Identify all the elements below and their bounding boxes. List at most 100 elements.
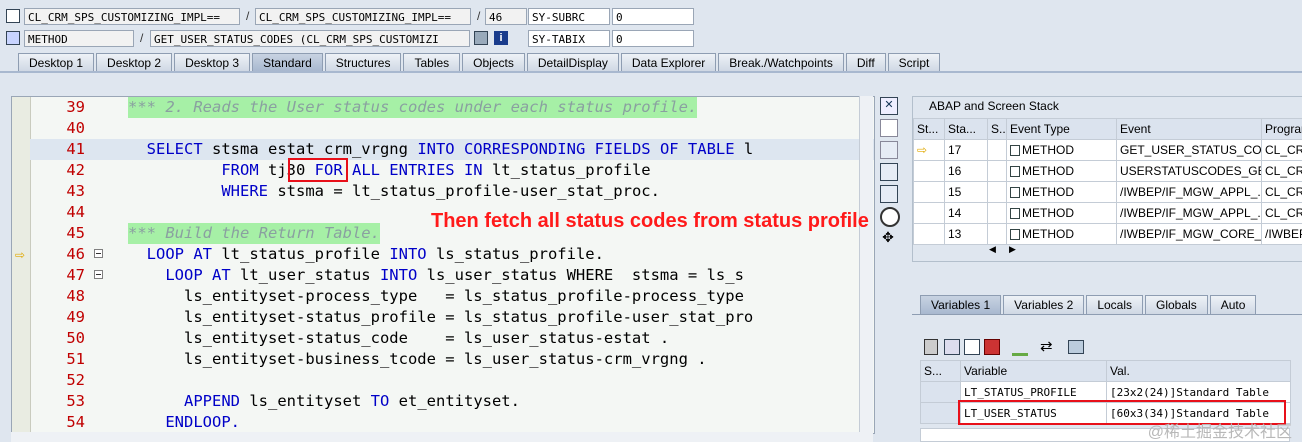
export-icon[interactable]	[964, 339, 980, 355]
collapse-icon[interactable]	[94, 249, 103, 258]
event-type[interactable]: METHOD	[1006, 223, 1117, 245]
table-row[interactable]: 16 METHOD USERSTATUSCODES_GE...CL_CRM	[913, 160, 1302, 182]
col-header[interactable]: Program	[1261, 118, 1302, 140]
stack-scroll-right-icon[interactable]: ▶	[1009, 244, 1016, 255]
code-line[interactable]: 48 ls_entityset-process_type = ls_status…	[30, 286, 874, 307]
event-type[interactable]: METHOD	[1006, 202, 1117, 224]
stack-level[interactable]: 16	[944, 160, 988, 182]
code-line[interactable]: 52	[30, 370, 874, 391]
code-line[interactable]: 54 ENDLOOP.	[30, 412, 874, 433]
method-field[interactable]: GET_USER_STATUS_CODES (CL_CRM_SPS_CUSTOM…	[150, 30, 470, 47]
tab-standard[interactable]: Standard	[252, 53, 323, 71]
code-line[interactable]: 39 *** 2. Reads the User status codes und…	[30, 97, 874, 118]
tab-globals[interactable]: Globals	[1145, 295, 1208, 314]
event-name[interactable]: GET_USER_STATUS_CO...	[1116, 139, 1262, 161]
col-header[interactable]: Val.	[1106, 360, 1291, 382]
stack-s[interactable]	[987, 181, 1007, 203]
col-header[interactable]: S...	[920, 360, 961, 382]
col-header[interactable]: St...	[913, 118, 945, 140]
services-icon[interactable]	[880, 207, 900, 227]
swap-tool-icon[interactable]	[880, 141, 898, 159]
stack-level[interactable]: 14	[944, 202, 988, 224]
row-selector[interactable]	[920, 381, 961, 403]
stack-level[interactable]: 15	[944, 181, 988, 203]
sysvar2-name-field[interactable]: SY-TABIX	[528, 30, 610, 47]
tab-objects[interactable]: Objects	[462, 53, 525, 71]
code-line[interactable]: 46 LOOP AT lt_status_profile INTO ls_sta…	[30, 244, 874, 265]
sysvar2-value-field[interactable]: 0	[612, 30, 694, 47]
col-header[interactable]: Event	[1116, 118, 1262, 140]
close-icon[interactable]: ✕	[880, 97, 898, 115]
collapse-icon[interactable]	[94, 270, 103, 279]
code-line[interactable]: 41 SELECT stsma estat crm_vrgng INTO COR…	[30, 139, 874, 160]
event-type[interactable]: METHOD	[1006, 181, 1117, 203]
info-icon[interactable]: i	[494, 31, 508, 45]
code-line[interactable]: 49 ls_entityset-status_profile = ls_stat…	[30, 307, 874, 328]
tab-auto[interactable]: Auto	[1209, 295, 1257, 314]
breakpoint-gutter[interactable]	[12, 97, 31, 433]
event-name[interactable]: /IWBEP/IF_MGW_APPL_...	[1116, 202, 1262, 224]
new-tool-icon[interactable]	[880, 119, 898, 137]
table-row[interactable]: ⇨ 17 METHOD GET_USER_STATUS_CO...CL_CRM	[913, 139, 1302, 161]
stack-s[interactable]	[987, 160, 1007, 182]
code-line[interactable]: 53 APPEND ls_entityset TO et_entityset.	[30, 391, 874, 412]
resize-icon[interactable]	[880, 185, 898, 203]
table-row[interactable]: 14 METHOD/IWBEP/IF_MGW_APPL_...CL_CRM	[913, 202, 1302, 224]
program-name[interactable]: CL_CRM	[1261, 160, 1302, 182]
code-line[interactable]: 40	[30, 118, 874, 139]
tab-desktop-3[interactable]: Desktop 3	[174, 53, 251, 71]
maximize-icon[interactable]	[880, 163, 898, 181]
tab-locals[interactable]: Locals	[1086, 295, 1143, 314]
event-type[interactable]: METHOD	[1006, 139, 1117, 161]
type-field[interactable]: METHOD	[24, 30, 134, 47]
tab-structures[interactable]: Structures	[324, 53, 402, 71]
event-name[interactable]: USERSTATUSCODES_GE...	[1116, 160, 1262, 182]
import-icon[interactable]	[944, 339, 960, 355]
table-row[interactable]: 13 METHOD/IWBEP/IF_MGW_CORE_.../IWBEP	[913, 223, 1302, 245]
navigate-icon[interactable]: ⇄	[1040, 337, 1053, 355]
code-line[interactable]: 47 LOOP AT lt_user_status INTO ls_user_s…	[30, 265, 874, 286]
tab-breakpoints[interactable]: Break./Watchpoints	[718, 53, 844, 71]
save-icon[interactable]	[984, 339, 1000, 355]
folder-icon[interactable]	[1068, 340, 1084, 354]
col-header[interactable]: S...	[987, 118, 1007, 140]
sysvar-value-field[interactable]: 0	[612, 8, 694, 25]
col-header[interactable]: Variable	[960, 360, 1107, 382]
code-horizontal-scrollbar[interactable]	[11, 432, 873, 442]
line-number-field[interactable]: 46	[485, 8, 527, 25]
stack-s[interactable]	[987, 202, 1007, 224]
tab-tables[interactable]: Tables	[403, 53, 461, 71]
include-field[interactable]: CL_CRM_SPS_CUSTOMIZING_IMPL==	[255, 8, 471, 25]
code-line[interactable]: 43 WHERE stsma = lt_status_profile-user_…	[30, 181, 874, 202]
tab-script[interactable]: Script	[887, 53, 941, 71]
stack-scroll-left-icon[interactable]: ◀	[989, 244, 996, 255]
row-selector[interactable]	[920, 402, 961, 424]
tab-detaildisplay[interactable]: DetailDisplay	[526, 53, 619, 71]
stack-s[interactable]	[987, 223, 1007, 245]
stack-level[interactable]: 13	[944, 223, 988, 245]
delete-icon[interactable]	[924, 339, 938, 355]
code-vertical-scrollbar[interactable]	[859, 96, 873, 432]
event-name[interactable]: /IWBEP/IF_MGW_APPL_...	[1116, 181, 1262, 203]
tab-desktop-1[interactable]: Desktop 1	[18, 53, 95, 71]
tab-data-explorer[interactable]: Data Explorer	[620, 53, 717, 71]
tab-diff[interactable]: Diff	[845, 53, 886, 71]
program-name[interactable]: CL_CRM	[1261, 139, 1302, 161]
event-type[interactable]: METHOD	[1006, 160, 1117, 182]
col-header[interactable]: Event Type	[1006, 118, 1117, 140]
code-line[interactable]: 50 ls_entityset-status_code = ls_user_st…	[30, 328, 874, 349]
program-name[interactable]: CL_CRM	[1261, 202, 1302, 224]
code-line[interactable]: 51 ls_entityset-business_tcode = ls_user…	[30, 349, 874, 370]
col-header[interactable]: Sta...	[944, 118, 988, 140]
table-row[interactable]: 15 METHOD/IWBEP/IF_MGW_APPL_...CL_CRM	[913, 181, 1302, 203]
sysvar-name-field[interactable]: SY-SUBRC	[528, 8, 610, 25]
display-icon[interactable]	[474, 31, 488, 45]
tab-desktop-2[interactable]: Desktop 2	[96, 53, 173, 71]
tab-variables-2[interactable]: Variables 2	[1003, 295, 1085, 314]
move-icon[interactable]: ✥	[880, 229, 896, 245]
event-name[interactable]: /IWBEP/IF_MGW_CORE_...	[1116, 223, 1262, 245]
program-field[interactable]: CL_CRM_SPS_CUSTOMIZING_IMPL==	[24, 8, 240, 25]
tab-variables-1[interactable]: Variables 1	[920, 295, 1002, 314]
program-name[interactable]: CL_CRM	[1261, 181, 1302, 203]
code-line[interactable]: 42 FROM tj30 FOR ALL ENTRIES IN lt_statu…	[30, 160, 874, 181]
